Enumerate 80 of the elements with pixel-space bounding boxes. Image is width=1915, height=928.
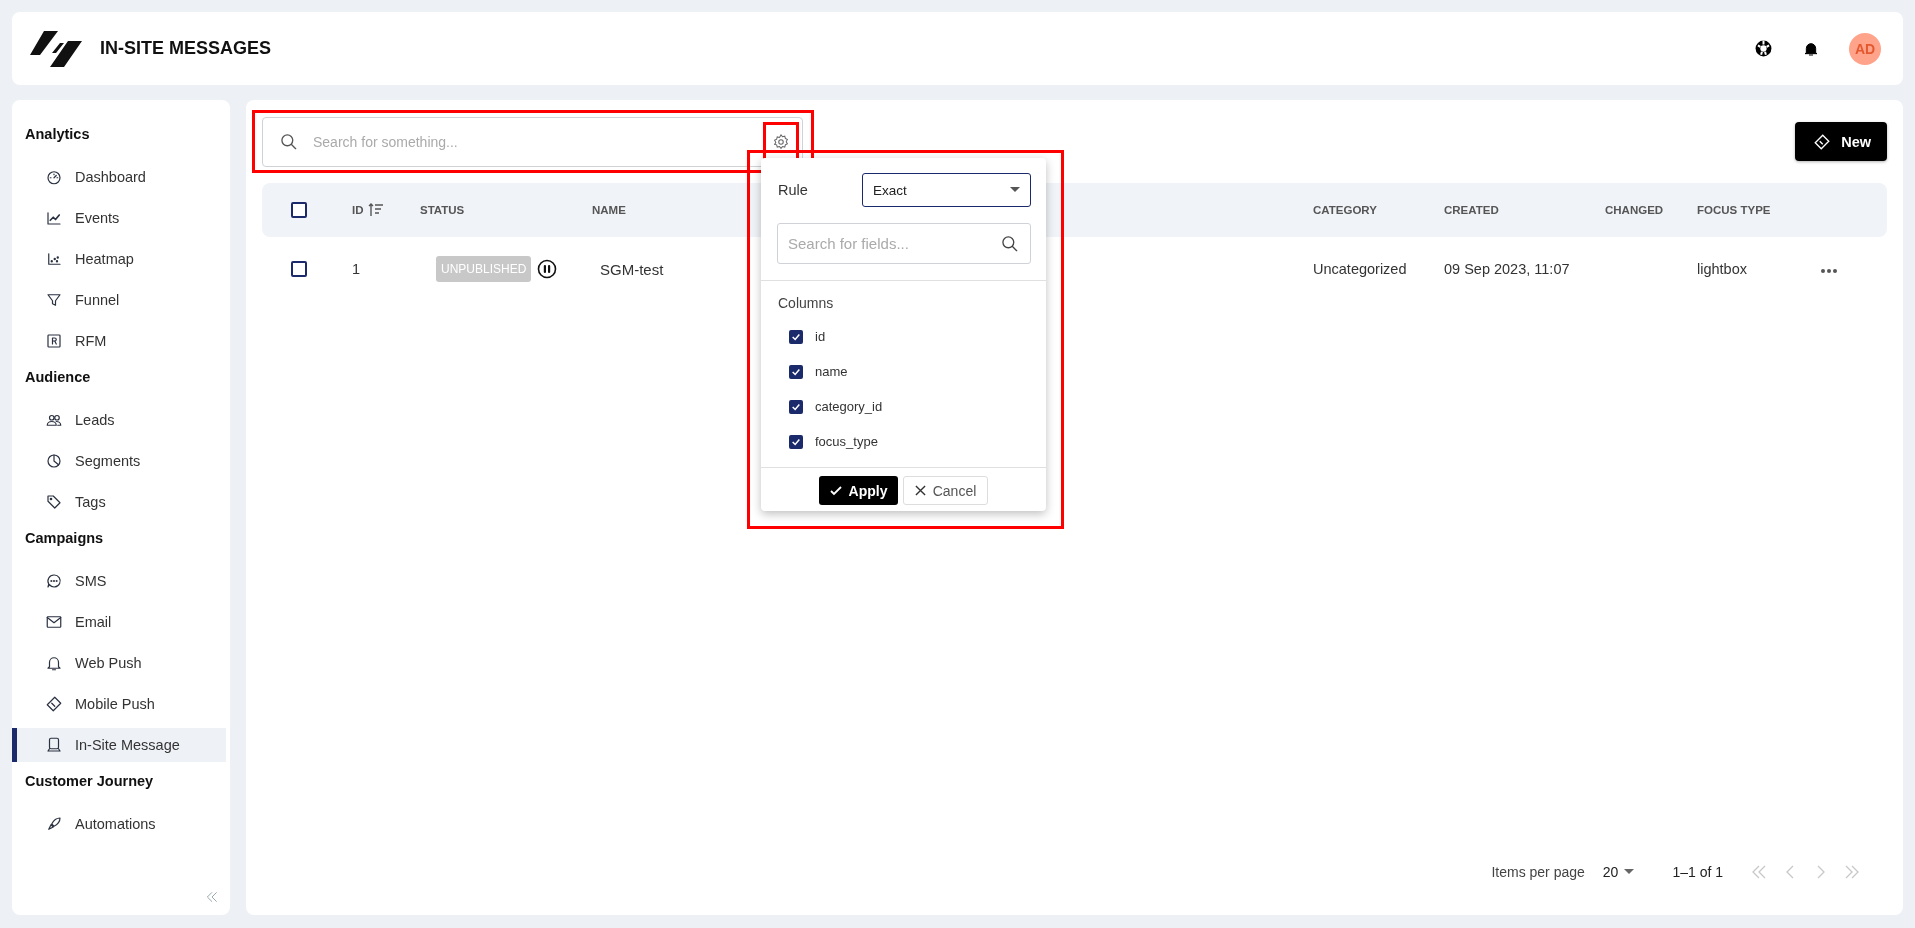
pie-chart-icon: [45, 452, 63, 470]
column-header[interactable]: CREATED: [1444, 204, 1499, 216]
cancel-button[interactable]: Cancel: [903, 476, 988, 505]
sidebar-item[interactable]: Dashboard: [12, 160, 226, 194]
r-box-icon: [45, 332, 63, 350]
column-checkbox[interactable]: [789, 399, 803, 414]
sidebar-item[interactable]: Heatmap: [12, 242, 226, 276]
column-checkbox[interactable]: [789, 364, 803, 379]
page-title: IN-SITE MESSAGES: [100, 38, 272, 59]
sidebar-section-title: Audience: [24, 368, 92, 387]
table-cell-text: 1: [352, 261, 362, 277]
checkbox-label: focus_type: [815, 434, 878, 449]
column-header[interactable]: NAME: [592, 204, 626, 216]
sidebar-item[interactable]: Funnel: [12, 283, 226, 317]
new-button[interactable]: New: [1795, 122, 1887, 161]
double-chevron-left-icon: [1751, 865, 1766, 879]
sidebar-item[interactable]: SMS: [12, 564, 226, 598]
row-checkbox[interactable]: [291, 261, 307, 277]
select-all-checkbox[interactable]: [291, 202, 307, 218]
gear-icon: [772, 133, 790, 151]
checkbox-label: name: [815, 364, 848, 379]
table-cell-text: 09 Sep 2023, 11:07: [1444, 261, 1571, 277]
search-icon: [279, 132, 299, 152]
column-header[interactable]: FOCUS TYPE: [1697, 204, 1771, 216]
search-input[interactable]: Search for something...: [311, 133, 751, 151]
sidebar-item[interactable]: Email: [12, 605, 226, 639]
table-cell-text: SGM-test: [599, 260, 665, 278]
line-chart-icon: [45, 209, 63, 227]
sidebar-item[interactable]: Tags: [12, 485, 226, 519]
rule-select[interactable]: Exact: [862, 173, 1031, 207]
scatter-chart-icon: [45, 250, 63, 268]
double-chevron-right-icon: [1844, 865, 1859, 879]
envelope-icon: [45, 613, 63, 631]
search-icon: [1000, 233, 1020, 254]
page-size-select[interactable]: 20: [1602, 864, 1635, 880]
more-actions-icon[interactable]: [1820, 268, 1838, 274]
bell-icon: [45, 654, 63, 672]
sidebar-item[interactable]: Segments: [12, 444, 226, 478]
table-cell-text: Uncategorized: [1313, 261, 1408, 277]
sort-icon[interactable]: [367, 203, 384, 217]
caret-icon: [1624, 869, 1635, 875]
page-range: 1–1 of 1: [1672, 864, 1723, 880]
column-checkbox[interactable]: [789, 329, 803, 344]
chevron-left-icon: [1785, 865, 1794, 879]
checkbox-label: id: [815, 329, 826, 344]
search-bar[interactable]: Search for something...: [262, 117, 803, 167]
sidebar-item[interactable]: Events: [12, 201, 226, 235]
pause-icon[interactable]: [537, 259, 558, 279]
sidebar-section-title: Analytics: [24, 125, 91, 144]
chat-bubble-icon: [45, 572, 63, 590]
field-search-box[interactable]: Search for fields...: [777, 223, 1031, 264]
logo-icon: [30, 28, 82, 69]
column-header[interactable]: STATUS: [420, 204, 465, 216]
rule-label: Rule: [778, 182, 808, 198]
column-checkbox[interactable]: [789, 434, 803, 449]
close-icon: [914, 485, 926, 496]
table-cell-text: lightbox: [1697, 261, 1748, 277]
column-header[interactable]: CATEGORY: [1313, 204, 1377, 216]
gauge-icon: [45, 168, 63, 186]
sidebar-item[interactable]: In-Site Message: [12, 728, 226, 762]
lifebuoy-icon[interactable]: [1754, 39, 1773, 58]
checkmark-icon: [829, 484, 842, 497]
columns-label: Columns: [777, 294, 835, 313]
sidebar-item[interactable]: RFM: [12, 324, 226, 358]
chevron-right-icon: [1816, 865, 1825, 879]
caret-icon: [1010, 187, 1020, 193]
sidebar-item[interactable]: Leads: [12, 403, 226, 437]
items-per-page-label: Items per page: [1491, 864, 1585, 880]
apply-button[interactable]: Apply: [819, 476, 898, 505]
funnel-icon: [45, 291, 63, 309]
sidebar-item[interactable]: Automations: [12, 807, 226, 841]
column-header[interactable]: CHANGED: [1605, 204, 1664, 216]
monitor-icon: [45, 736, 63, 754]
sidebar-item[interactable]: Mobile Push: [12, 687, 226, 721]
column-header[interactable]: ID: [352, 204, 364, 216]
sidebar-section-title: Campaigns: [24, 529, 105, 548]
tag-icon: [45, 493, 63, 511]
checkbox-label: category_id: [815, 399, 883, 414]
sidebar-item[interactable]: Web Push: [12, 646, 226, 680]
sidebar-section-title: Customer Journey: [24, 772, 155, 791]
